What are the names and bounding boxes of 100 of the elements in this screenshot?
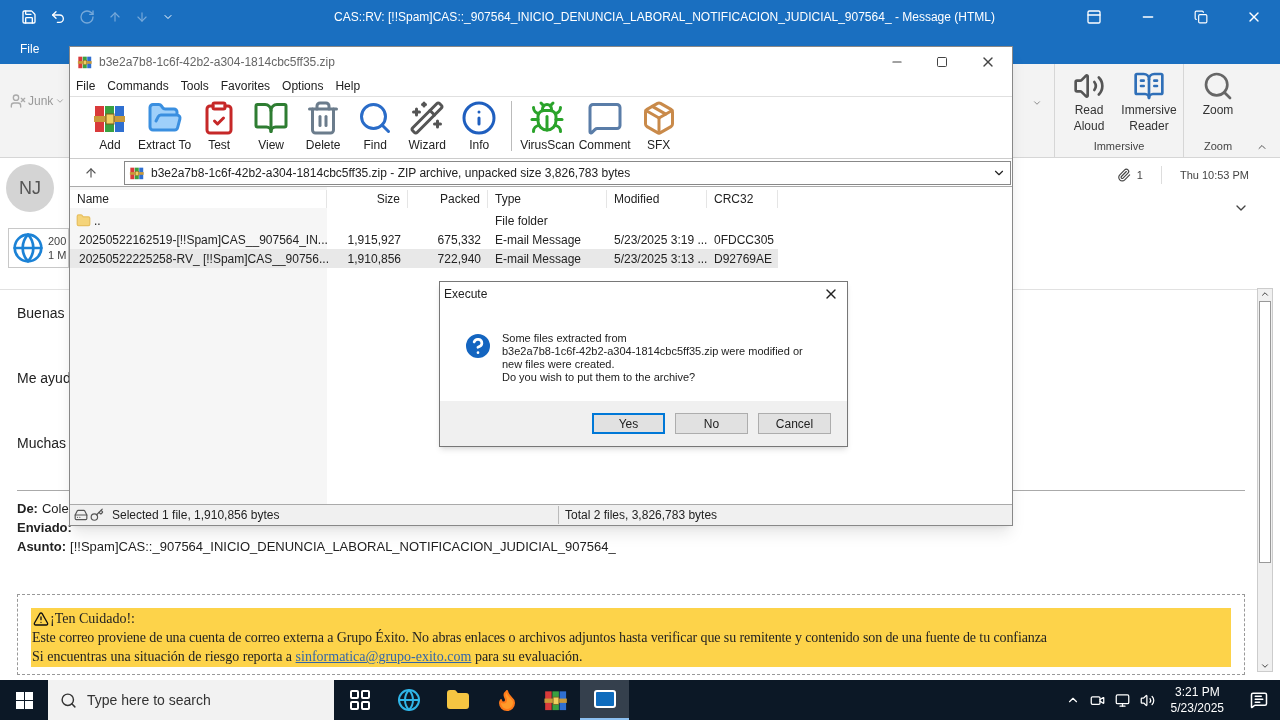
modified-date: 5/23/2025 3:13 ...	[614, 251, 708, 266]
volume-icon[interactable]	[1139, 692, 1155, 708]
dialog-message: Some files extracted from b3e2a7b8-1c6f-42b2-a304-1814cbc5ff35.zip were modified or new files were created. Do you wish to put them to the archive?	[502, 332, 803, 385]
window-title: CAS::RV: [!!Spam]CAS::_907564_INICIO_DENUNCIA_LABORAL_NOTIFICACION_JUDICIAL_907564_ - Message (HTML)	[334, 9, 995, 26]
taskbar-app[interactable]	[580, 680, 629, 720]
received-time: Thu 10:53 PM	[1179, 167, 1249, 183]
ribbon-button[interactable]: Immersive Reader	[1121, 70, 1177, 138]
column-header[interactable]: Packed	[408, 190, 488, 208]
zoom-icon	[1202, 70, 1234, 102]
crc-value: D92769AE	[714, 251, 773, 266]
toolbar-button[interactable]: View	[245, 100, 298, 154]
file-name: ..	[94, 212, 101, 230]
dialog-button[interactable]: Yes	[592, 413, 665, 434]
ribbon-group-label: Immersive	[1093, 138, 1145, 154]
ribbon-button[interactable]: Zoom	[1190, 70, 1246, 138]
ribbon-tab[interactable]: File	[0, 34, 60, 64]
search-input[interactable]: Type here to search	[87, 689, 287, 711]
scrollbar[interactable]	[1257, 288, 1273, 672]
network-icon[interactable]	[1114, 692, 1130, 708]
file-row[interactable]: .. File folder	[70, 211, 778, 230]
file-type: E-mail Message	[495, 232, 582, 247]
menu-item[interactable]: File	[76, 77, 96, 95]
bug-icon	[529, 100, 566, 136]
dialog-button[interactable]: Cancel	[758, 413, 831, 434]
column-header[interactable]: Type	[488, 190, 607, 208]
taskbar-search-field[interactable]: Type here to search	[48, 680, 334, 720]
toolbar-button[interactable]: SFX	[632, 100, 685, 154]
book-icon	[253, 100, 290, 136]
report-text: Si encuentras una situación de riesgo reporta a sinformatica@grupo-exito.com para su evaluación.	[32, 648, 584, 666]
column-header[interactable]: Size	[327, 190, 408, 208]
dialog-button[interactable]: No	[675, 413, 748, 434]
ribbon-display-icon[interactable]	[1086, 9, 1102, 25]
maximize-icon[interactable]	[936, 55, 948, 68]
toolbar-button[interactable]: Info	[453, 100, 506, 154]
speech-bubble-icon	[586, 100, 623, 136]
browser-icon	[396, 688, 421, 712]
column-header[interactable]: Modified	[607, 190, 707, 208]
scroll-down-icon[interactable]	[1260, 661, 1270, 671]
drive-icon	[74, 508, 88, 522]
toolbar-button[interactable]: Wizard	[401, 100, 454, 154]
column-header[interactable]: CRC32	[707, 190, 778, 208]
attachment-count: 1	[1136, 167, 1143, 183]
info-icon	[461, 100, 498, 136]
toolbar-button[interactable]: Add	[84, 100, 136, 154]
attachment-size: 1 M	[48, 248, 67, 262]
book-speaker-icon	[1133, 70, 1165, 102]
warning-icon	[32, 610, 50, 627]
notifications-icon[interactable]	[1250, 691, 1268, 709]
attachment-name: 200	[48, 234, 67, 248]
header-label: Asunto:	[17, 538, 67, 556]
file-row[interactable]: 20250522225258-RV_ [!!Spam]CAS__90756... 1,910,856 722,940 E-mail Message 5/23/2025 3:13 ... D92769AE	[70, 249, 778, 268]
magic-wand-icon	[409, 100, 446, 136]
caret-icon	[55, 96, 66, 106]
toolbar-button[interactable]: Comment	[576, 100, 633, 154]
undo-icon[interactable]	[50, 9, 66, 25]
folder-icon	[445, 688, 470, 712]
restore-icon[interactable]	[1194, 10, 1208, 24]
windows-logo-icon	[15, 691, 33, 709]
ribbon-group-label: Zoom	[1203, 138, 1233, 154]
ribbon-button[interactable]: Read Aloud	[1061, 70, 1117, 138]
file-type: File folder	[495, 213, 548, 228]
header-label: De:	[17, 500, 38, 518]
task-view-icon	[347, 688, 372, 712]
toolbar-button[interactable]: Delete	[297, 100, 350, 154]
menu-item[interactable]: Options	[282, 77, 324, 95]
column-header[interactable]: Name	[70, 190, 327, 208]
folder-icon	[76, 213, 91, 228]
person-block-icon	[10, 93, 26, 109]
toolbar-button[interactable]: VirusScan	[518, 100, 577, 154]
toolbar-button[interactable]: Find	[349, 100, 402, 154]
toolbar-button[interactable]: Extract To	[136, 100, 194, 154]
status-text: Total 2 files, 3,826,783 bytes	[558, 506, 718, 524]
sender-avatar: NJ	[6, 164, 54, 212]
header-value: Cole	[41, 500, 69, 518]
file-row[interactable]: 20250522162519-[!!Spam]CAS__907564_IN... 1,915,927 675,332 E-mail Message 5/23/2025 3:19 ... 0FDCC305	[70, 230, 778, 249]
search-icon	[60, 691, 77, 709]
body-text: Muchas	[17, 434, 67, 453]
menu-item[interactable]: Tools	[180, 77, 209, 95]
browser-icon	[12, 232, 44, 264]
scroll-up-icon[interactable]	[1260, 289, 1270, 299]
attachment-card[interactable]: 200 1 M	[8, 228, 69, 268]
file-name: 20250522225258-RV_ [!!Spam]CAS__90756...	[79, 250, 329, 268]
menu-item[interactable]: Commands	[107, 77, 169, 95]
crc-value: 0FDCC305	[714, 232, 775, 247]
file-size: 1,910,856	[347, 251, 401, 266]
toolbar-button[interactable]: Test	[193, 100, 246, 154]
warning-text: Este correo proviene de una cuenta de correo externa a Grupo Éxito. No abras enlaces o archivos adjuntos hasta verificar que su remitente y contenido son de una fuente de tu confianza	[32, 628, 1048, 647]
clock-date[interactable]: 5/23/2025	[1170, 700, 1224, 716]
menu-item[interactable]: Favorites	[220, 77, 271, 95]
modified-date: 5/23/2025 3:19 ...	[614, 232, 708, 247]
packed-size: 722,940	[437, 251, 481, 266]
header-label: Enviado:	[17, 519, 72, 537]
email-link[interactable]: sinformatica@grupo-exito.com	[295, 649, 472, 664]
up-folder-icon[interactable]	[84, 165, 98, 180]
path-field[interactable]: b3e2a7b8-1c6f-42b2-a304-1814cbc5ff35.zip - ZIP archive, unpacked size 3,826,783 bytes	[124, 160, 1011, 185]
save-icon[interactable]	[21, 9, 37, 25]
clock-time[interactable]: 3:21 PM	[1174, 684, 1220, 700]
file-size: 1,915,927	[347, 232, 401, 247]
menu-item[interactable]: Help	[335, 77, 361, 95]
body-text: Buenas	[17, 304, 65, 323]
